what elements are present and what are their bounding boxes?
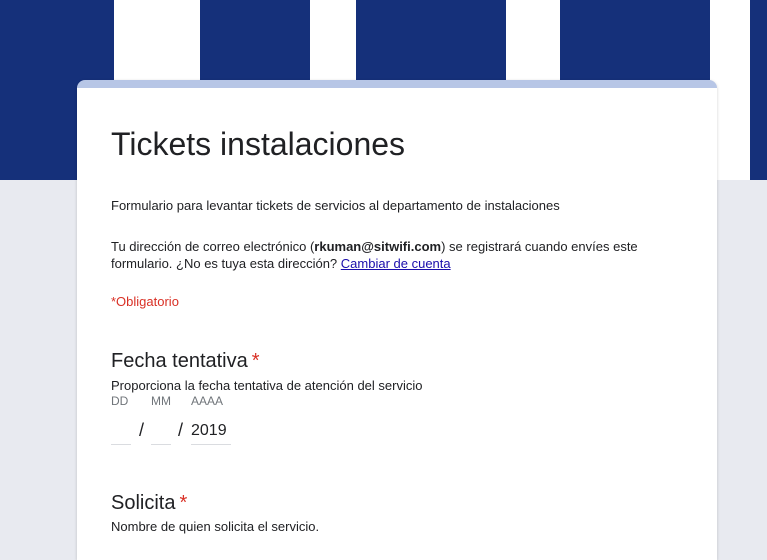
required-note: *Obligatorio <box>111 294 179 309</box>
date-question-label: Fecha tentativa <box>111 350 248 372</box>
requester-question-title: Solicita * <box>111 492 187 515</box>
form-card: Tickets instalaciones Formulario para le… <box>77 80 717 560</box>
banner-shape-w1 <box>356 0 506 80</box>
month-input[interactable] <box>151 418 171 445</box>
year-input[interactable] <box>191 418 231 445</box>
date-separator: / <box>178 420 184 440</box>
month-label: MM <box>151 394 171 408</box>
required-star: * <box>179 492 188 514</box>
account-notice: Tu dirección de correo electrónico (rkum… <box>111 238 671 272</box>
date-question-help: Proporciona la fecha tentativa de atenci… <box>111 378 423 393</box>
day-input[interactable] <box>111 418 131 445</box>
banner-shape-w2 <box>560 0 710 80</box>
day-label: DD <box>111 394 129 408</box>
form-title: Tickets instalaciones <box>111 126 406 162</box>
account-email: rkuman@sitwifi.com <box>314 239 442 254</box>
required-star: * <box>251 350 260 372</box>
requester-question-label: Solicita <box>111 492 176 514</box>
banner-shape-right <box>750 0 767 180</box>
form-description: Formulario para levantar tickets de serv… <box>111 198 560 213</box>
date-separator: / <box>139 420 145 440</box>
banner-shape-e <box>200 0 310 80</box>
switch-account-link[interactable]: Cambiar de cuenta <box>341 256 451 271</box>
banner-shape-left <box>0 0 22 180</box>
year-label: AAAA <box>191 394 224 408</box>
account-text-prefix: Tu dirección de correo electrónico ( <box>111 239 315 254</box>
requester-question-help: Nombre de quien solicita el servicio. <box>111 519 320 534</box>
date-question-title: Fecha tentativa * <box>111 350 260 373</box>
